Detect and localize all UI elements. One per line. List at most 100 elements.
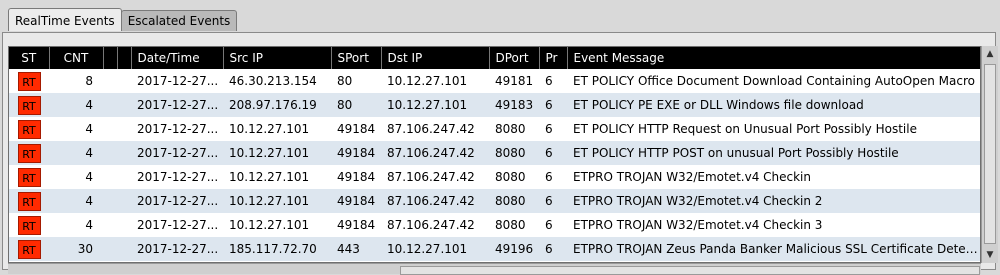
up-arrow-icon[interactable]: ▲ xyxy=(982,46,998,62)
blank-cell-1 xyxy=(103,213,117,237)
table-row[interactable]: RT 4 2017-12-27... 10.12.27.101 49184 87.106.… xyxy=(9,213,980,237)
status-badge: RT xyxy=(17,119,41,139)
src-ip-cell: 10.12.27.101 xyxy=(223,213,331,237)
datetime-cell: 2017-12-27... xyxy=(131,93,223,117)
blank-cell-1 xyxy=(103,237,117,261)
column-header-dst-ip[interactable]: Dst IP xyxy=(381,47,490,69)
status-cell: RT xyxy=(9,189,49,213)
status-cell: RT xyxy=(9,141,49,165)
protocol-cell: 6 xyxy=(539,189,567,213)
horizontal-scrollbar[interactable] xyxy=(8,263,981,275)
event-message-cell: ET POLICY HTTP POST on unusual Port Poss… xyxy=(567,141,980,165)
count-cell: 4 xyxy=(49,189,103,213)
dst-ip-cell: 10.12.27.101 xyxy=(381,69,489,93)
count-cell: 4 xyxy=(49,165,103,189)
table-row[interactable]: RT 4 2017-12-27... 208.97.176.19 80 10.12.27.… xyxy=(9,93,980,117)
status-cell: RT xyxy=(9,165,49,189)
sport-cell: 49184 xyxy=(331,141,381,165)
dport-cell: 49183 xyxy=(489,93,539,117)
column-header-pr[interactable]: Pr xyxy=(539,47,568,69)
dport-cell: 8080 xyxy=(489,189,539,213)
dport-cell: 8080 xyxy=(489,213,539,237)
event-message-cell: ET POLICY PE EXE or DLL Windows file dow… xyxy=(567,93,980,117)
count-cell: 4 xyxy=(49,213,103,237)
column-header-blank-1[interactable] xyxy=(103,47,118,69)
dst-ip-cell: 87.106.247.42 xyxy=(381,141,489,165)
src-ip-cell: 185.117.72.70 xyxy=(223,237,331,261)
datetime-cell: 2017-12-27... xyxy=(131,213,223,237)
sport-cell: 443 xyxy=(331,237,381,261)
status-badge: RT xyxy=(17,71,41,91)
sport-cell: 49184 xyxy=(331,165,381,189)
blank-cell-1 xyxy=(103,69,117,93)
column-header-datetime[interactable]: Date/Time xyxy=(131,47,224,69)
dport-cell: 49196 xyxy=(489,237,539,261)
sport-cell: 80 xyxy=(331,93,381,117)
event-message-cell: ETPRO TROJAN W32/Emotet.v4 Checkin xyxy=(567,165,980,189)
table-row[interactable]: RT 30 2017-12-27... 185.117.72.70 443 10.12.2… xyxy=(9,237,980,261)
datetime-cell: 2017-12-27... xyxy=(131,141,223,165)
column-header-sport[interactable]: SPort xyxy=(331,47,382,69)
src-ip-cell: 46.30.213.154 xyxy=(223,69,331,93)
blank-cell-1 xyxy=(103,141,117,165)
status-badge: RT xyxy=(17,215,41,235)
status-cell: RT xyxy=(9,213,49,237)
blank-cell-2 xyxy=(117,213,131,237)
column-header-event-message[interactable]: Event Message xyxy=(567,47,980,69)
count-cell: 4 xyxy=(49,117,103,141)
src-ip-cell: 10.12.27.101 xyxy=(223,165,331,189)
blank-cell-1 xyxy=(103,117,117,141)
protocol-cell: 6 xyxy=(539,141,567,165)
tab-bar: RealTime Events Escalated Events xyxy=(8,8,238,32)
blank-cell-1 xyxy=(103,93,117,117)
dport-cell: 49181 xyxy=(489,69,539,93)
vertical-scrollbar[interactable]: ▲ ▼ xyxy=(981,46,998,263)
protocol-cell: 6 xyxy=(539,117,567,141)
blank-cell-1 xyxy=(103,189,117,213)
table-row[interactable]: RT 4 2017-12-27... 10.12.27.101 49184 87.106.… xyxy=(9,165,980,189)
down-arrow-icon[interactable]: ▼ xyxy=(982,247,998,263)
status-cell: RT xyxy=(9,69,49,93)
dport-cell: 8080 xyxy=(489,117,539,141)
event-message-cell: ETPRO TROJAN Zeus Panda Banker Malicious… xyxy=(567,237,980,261)
sport-cell: 49184 xyxy=(331,213,381,237)
protocol-cell: 6 xyxy=(539,93,567,117)
src-ip-cell: 10.12.27.101 xyxy=(223,141,331,165)
event-message-cell: ETPRO TROJAN W32/Emotet.v4 Checkin 3 xyxy=(567,213,980,237)
column-header-dport[interactable]: DPort xyxy=(489,47,540,69)
dst-ip-cell: 87.106.247.42 xyxy=(381,189,489,213)
dst-ip-cell: 87.106.247.42 xyxy=(381,117,489,141)
column-header-blank-2[interactable] xyxy=(117,47,132,69)
sport-cell: 49184 xyxy=(331,189,381,213)
protocol-cell: 6 xyxy=(539,237,567,261)
table-row[interactable]: RT 4 2017-12-27... 10.12.27.101 49184 87.106.… xyxy=(9,141,980,165)
src-ip-cell: 208.97.176.19 xyxy=(223,93,331,117)
count-cell: 8 xyxy=(49,69,103,93)
column-header-st[interactable]: ST xyxy=(9,47,50,69)
event-message-cell: ET POLICY Office Document Download Conta… xyxy=(567,69,980,93)
blank-cell-2 xyxy=(117,69,131,93)
tab-escalated-events[interactable]: Escalated Events xyxy=(120,10,238,31)
table-row[interactable]: RT 4 2017-12-27... 10.12.27.101 49184 87.106.… xyxy=(9,117,980,141)
table-row[interactable]: RT 4 2017-12-27... 10.12.27.101 49184 87.106.… xyxy=(9,189,980,213)
vertical-scroll-thumb[interactable] xyxy=(984,64,996,244)
event-message-cell: ET POLICY HTTP Request on Unusual Port P… xyxy=(567,117,980,141)
count-cell: 4 xyxy=(49,93,103,117)
dport-cell: 8080 xyxy=(489,165,539,189)
protocol-cell: 6 xyxy=(539,69,567,93)
blank-cell-2 xyxy=(117,237,131,261)
status-badge: RT xyxy=(17,95,41,115)
status-badge: RT xyxy=(17,143,41,163)
datetime-cell: 2017-12-27... xyxy=(131,69,223,93)
status-badge: RT xyxy=(17,239,41,259)
datetime-cell: 2017-12-27... xyxy=(131,165,223,189)
dst-ip-cell: 87.106.247.42 xyxy=(381,213,489,237)
tab-realtime-events[interactable]: RealTime Events xyxy=(8,8,122,31)
blank-cell-1 xyxy=(103,165,117,189)
protocol-cell: 6 xyxy=(539,165,567,189)
events-table: ST CNT Date/Time Src IP SPort Dst IP DPo… xyxy=(8,46,981,263)
table-row[interactable]: RT 8 2017-12-27... 46.30.213.154 80 10.12.27.… xyxy=(9,69,980,93)
column-header-cnt[interactable]: CNT xyxy=(49,47,104,69)
column-header-src-ip[interactable]: Src IP xyxy=(223,47,332,69)
count-cell: 30 xyxy=(49,237,103,261)
